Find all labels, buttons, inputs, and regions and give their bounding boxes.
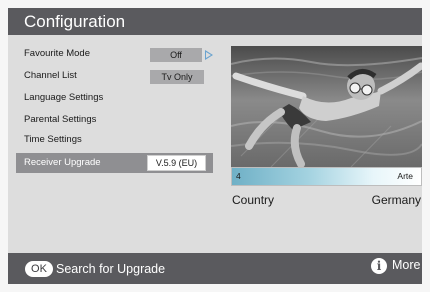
right-arrow-icon[interactable]: [205, 50, 213, 60]
page-title: Configuration: [24, 12, 126, 31]
menu-item-label: Time Settings: [24, 134, 82, 145]
channel-number: 4: [236, 171, 241, 181]
menu-item-label: Receiver Upgrade: [24, 157, 101, 168]
menu-item-label: Favourite Mode: [24, 48, 91, 59]
channel-bar: 4 Arte: [231, 167, 422, 186]
menu-item-label: Parental Settings: [24, 114, 97, 125]
search-for-upgrade-label: Search for Upgrade: [56, 262, 166, 276]
footer-bar: OK Search for Upgrade i More: [8, 253, 422, 284]
more-label: More: [392, 258, 421, 272]
channel-list-value[interactable]: Tv Only: [150, 70, 204, 84]
favourite-mode-value[interactable]: Off: [150, 48, 202, 62]
title-bar: Configuration: [8, 8, 422, 35]
ok-button-icon[interactable]: OK: [25, 261, 53, 277]
channel-name: Arte: [397, 171, 413, 181]
country-label: Country: [232, 193, 275, 207]
menu-item-label: Language Settings: [24, 92, 104, 103]
receiver-upgrade-value: V.5.9 (EU): [147, 155, 206, 171]
country-value: Germany: [371, 193, 421, 207]
menu-item-label: Channel List: [24, 70, 77, 81]
info-icon[interactable]: i: [371, 258, 387, 274]
channel-preview-image: [231, 46, 422, 167]
